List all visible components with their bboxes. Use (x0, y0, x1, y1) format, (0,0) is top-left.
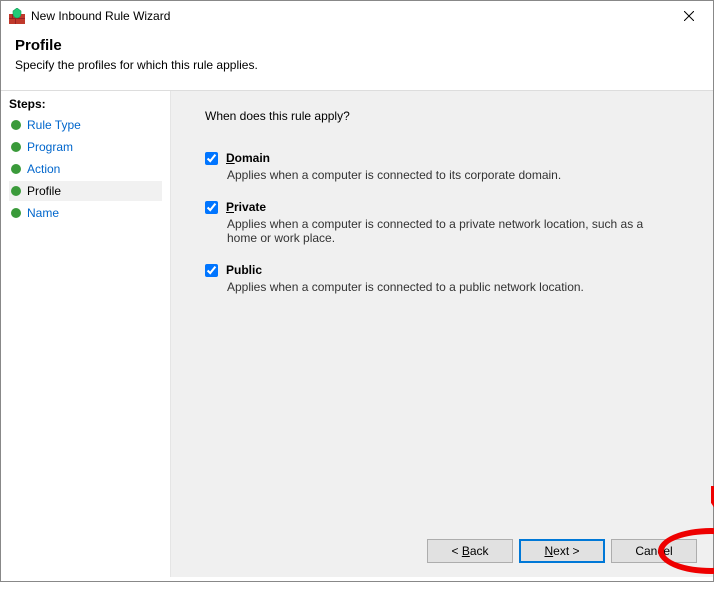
step-bullet-icon (11, 142, 21, 152)
title-bar: New Inbound Rule Wizard (1, 1, 713, 31)
steps-heading: Steps: (9, 97, 162, 111)
step-program[interactable]: Program (9, 137, 162, 157)
button-bar: < Back Next > Cancel (427, 539, 697, 563)
back-button[interactable]: < Back (427, 539, 513, 563)
firewall-icon (9, 8, 25, 24)
right-pane: When does this rule apply? Domain Applie… (171, 91, 713, 577)
profile-private: Private Applies when a computer is conne… (205, 200, 691, 245)
step-label: Profile (27, 184, 61, 198)
profile-private-checkbox[interactable] (205, 201, 218, 214)
profile-domain: Domain Applies when a computer is connec… (205, 151, 691, 182)
profile-private-description: Applies when a computer is connected to … (227, 217, 657, 245)
step-bullet-icon (11, 120, 21, 130)
step-label: Name (27, 206, 59, 220)
close-icon (684, 11, 694, 21)
profile-public-row[interactable]: Public (205, 263, 691, 277)
step-profile[interactable]: Profile (9, 181, 162, 201)
page-heading: Profile (15, 37, 699, 54)
profile-question: When does this rule apply? (205, 109, 691, 123)
step-bullet-icon (11, 208, 21, 218)
next-button[interactable]: Next > (519, 539, 605, 563)
profile-public-label: Public (226, 263, 262, 277)
close-button[interactable] (669, 1, 709, 31)
step-bullet-icon (11, 164, 21, 174)
page-header: Profile Specify the profiles for which t… (1, 31, 713, 82)
step-action[interactable]: Action (9, 159, 162, 179)
profile-public: Public Applies when a computer is connec… (205, 263, 691, 294)
step-label: Rule Type (27, 118, 81, 132)
content-area: Steps: Rule Type Program Action Profile … (1, 91, 713, 577)
page-description: Specify the profiles for which this rule… (15, 58, 699, 72)
window-title: New Inbound Rule Wizard (31, 9, 669, 23)
step-label: Program (27, 140, 73, 154)
steps-sidebar: Steps: Rule Type Program Action Profile … (1, 91, 171, 577)
profile-public-checkbox[interactable] (205, 264, 218, 277)
step-rule-type[interactable]: Rule Type (9, 115, 162, 135)
step-name[interactable]: Name (9, 203, 162, 223)
profile-private-label: Private (226, 200, 266, 214)
profile-domain-label: Domain (226, 151, 270, 165)
cancel-button[interactable]: Cancel (611, 539, 697, 563)
step-bullet-icon (11, 186, 21, 196)
profile-domain-row[interactable]: Domain (205, 151, 691, 165)
profile-domain-checkbox[interactable] (205, 152, 218, 165)
step-label: Action (27, 162, 60, 176)
profile-domain-description: Applies when a computer is connected to … (227, 168, 657, 182)
profile-private-row[interactable]: Private (205, 200, 691, 214)
profile-public-description: Applies when a computer is connected to … (227, 280, 657, 294)
